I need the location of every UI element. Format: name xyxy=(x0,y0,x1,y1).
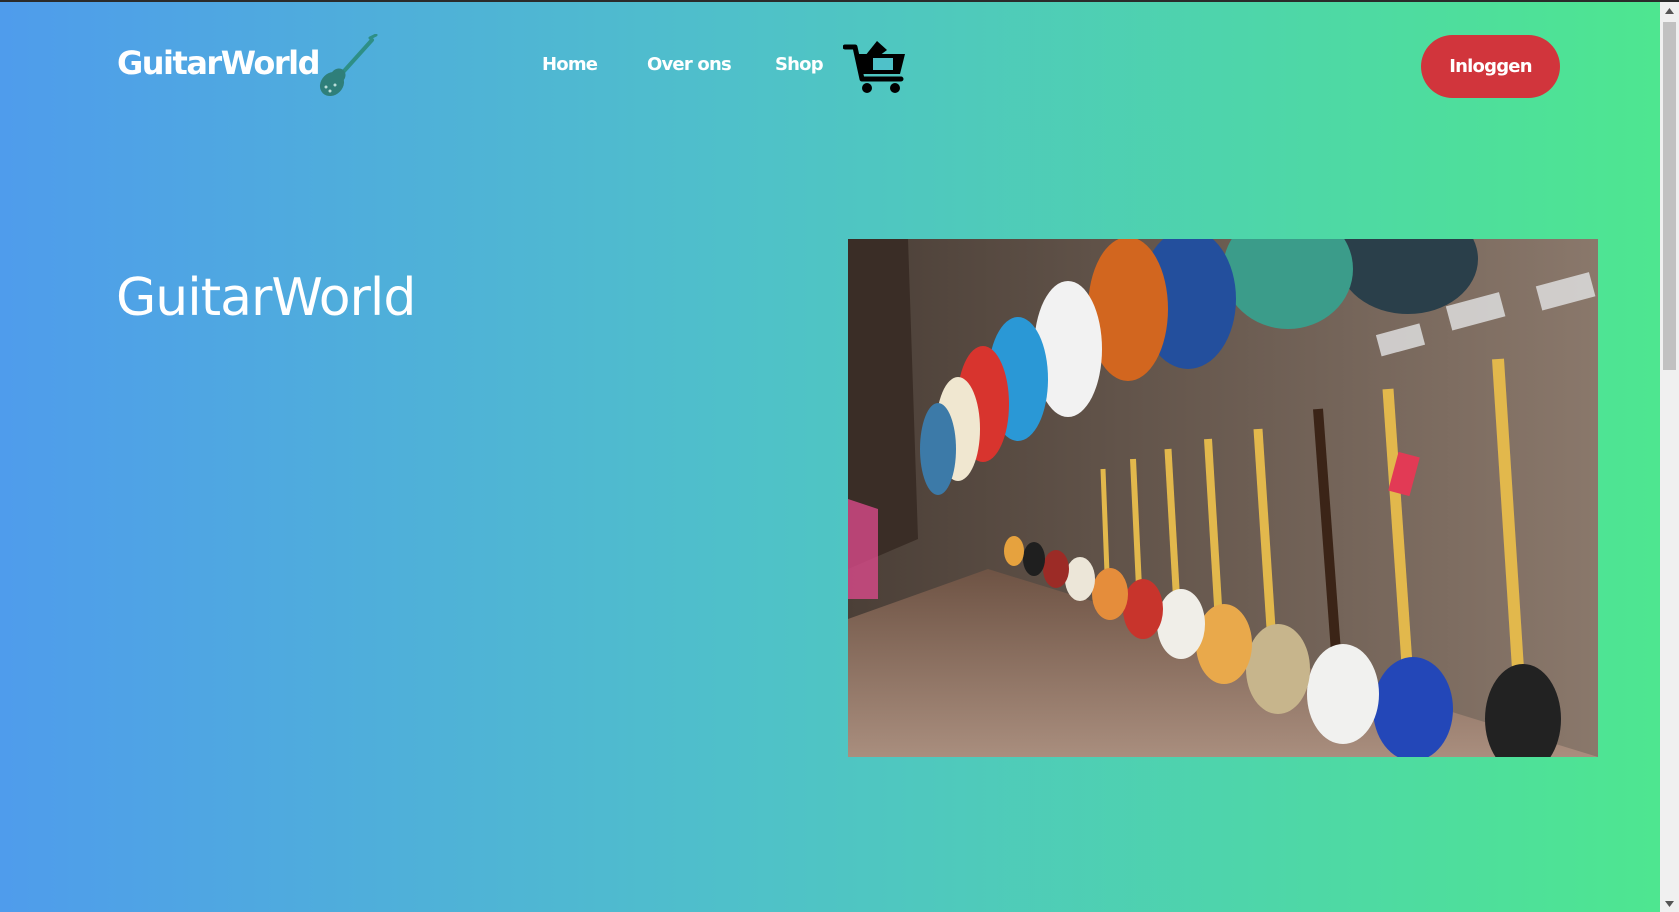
hero-title: GuitarWorld xyxy=(116,268,416,328)
logo-text[interactable]: GuitarWorld xyxy=(117,44,320,82)
guitar-store-photo xyxy=(848,239,1598,757)
nav-shop-link[interactable]: Shop xyxy=(775,54,824,75)
shopping-cart-icon[interactable] xyxy=(843,38,909,96)
nav-home-link[interactable]: Home xyxy=(542,54,598,75)
vertical-scrollbar[interactable] xyxy=(1660,2,1679,912)
guitar-logo-icon xyxy=(319,34,378,97)
nav-over-ons-link[interactable]: Over ons xyxy=(647,54,732,75)
login-button[interactable]: Inloggen xyxy=(1421,35,1560,98)
page-background: GuitarWorld Home Over ons Shop Inloggen … xyxy=(0,2,1660,912)
scrollbar-thumb[interactable] xyxy=(1663,22,1676,370)
scroll-up-arrow-icon[interactable] xyxy=(1660,2,1679,19)
scroll-down-arrow-icon[interactable] xyxy=(1660,895,1679,912)
